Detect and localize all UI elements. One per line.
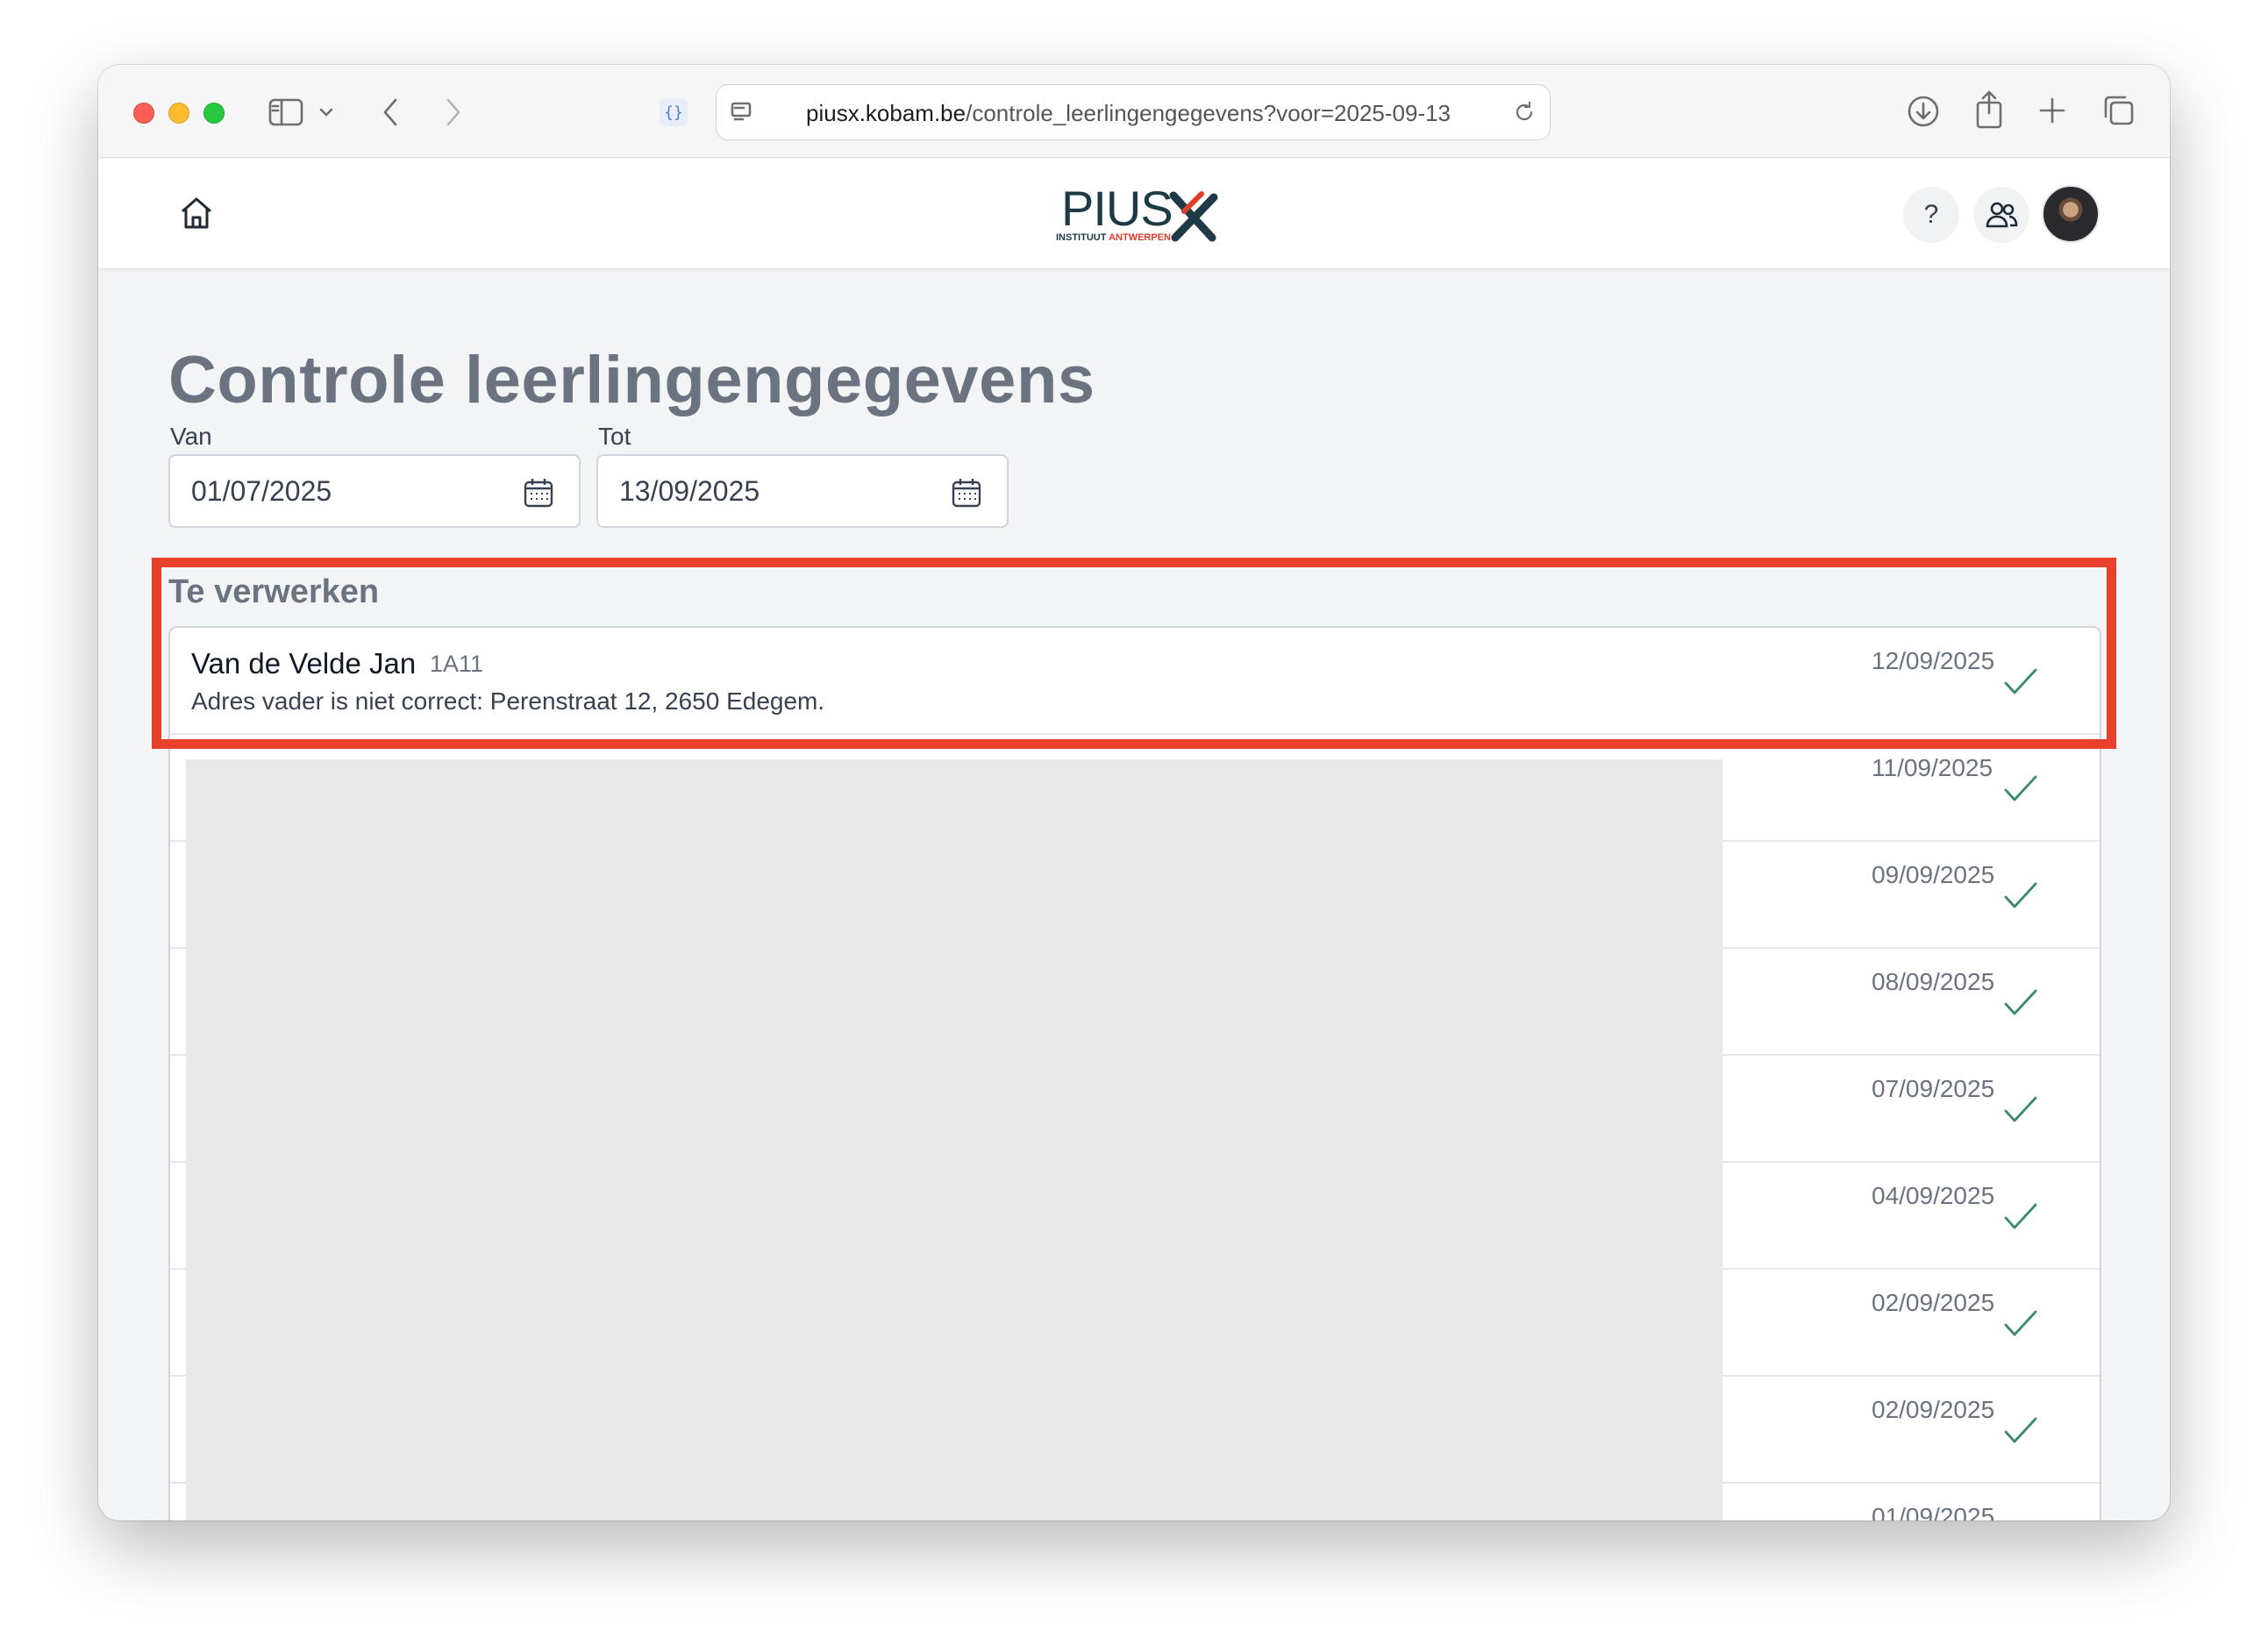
tot-date-input[interactable]: 13/09/2025 — [596, 454, 1009, 528]
record-date: 09/09/2025 — [1872, 861, 1995, 888]
logo-x-mark — [1169, 191, 1218, 242]
sidebar-icon[interactable] — [268, 96, 303, 128]
record-message: Adres vader is niet correct: Perenstraat… — [191, 687, 825, 715]
browser-window: {} piusx.kobam.be/controle_leerlingengeg… — [98, 65, 2170, 1520]
van-date-value: 01/07/2025 — [191, 475, 332, 507]
student-name: Van de Velde Jan — [191, 647, 417, 680]
users-button[interactable] — [1973, 187, 2029, 243]
check-icon[interactable] — [2003, 1308, 2038, 1340]
address-bar[interactable]: piusx.kobam.be/controle_leerlingengegeve… — [716, 84, 1551, 140]
van-date-input[interactable]: 01/07/2025 — [168, 454, 581, 528]
close-window-button[interactable] — [133, 103, 154, 124]
downloads-icon[interactable] — [1905, 93, 1942, 130]
back-icon[interactable] — [377, 95, 403, 130]
check-icon[interactable] — [2003, 773, 2038, 805]
student-class: 1A11 — [430, 651, 484, 677]
home-icon[interactable] — [177, 194, 218, 234]
record-date: 04/09/2025 — [1872, 1182, 1995, 1209]
redacted-area — [186, 759, 1722, 1520]
section-title-te-verwerken: Te verwerken — [168, 573, 380, 610]
check-icon[interactable] — [2003, 880, 2038, 912]
van-label: Van — [170, 423, 212, 450]
zoom-window-button[interactable] — [203, 103, 225, 124]
check-icon[interactable] — [2003, 987, 2038, 1019]
check-icon[interactable] — [2003, 1201, 2038, 1233]
url-domain: piusx.kobam.be — [806, 100, 966, 126]
check-icon[interactable] — [2003, 1415, 2038, 1447]
browser-toolbar: {} piusx.kobam.be/controle_leerlingengeg… — [98, 65, 2170, 158]
record-date: 11/09/2025 — [1872, 754, 1993, 781]
users-icon — [1986, 202, 2018, 228]
share-icon[interactable] — [1972, 89, 2007, 130]
record-date: 08/09/2025 — [1872, 968, 1995, 995]
record-date: 01/09/2025 — [1872, 1503, 1995, 1520]
help-icon: ? — [1923, 200, 1939, 229]
check-icon[interactable] — [2003, 1094, 2038, 1126]
page-settings-icon[interactable] — [729, 99, 755, 125]
page-title: Controle leerlingengegevens — [168, 343, 1095, 417]
help-button[interactable]: ? — [1903, 187, 1959, 243]
forward-icon[interactable] — [440, 95, 467, 130]
check-icon[interactable] — [2003, 666, 2038, 698]
minimize-window-button[interactable] — [168, 103, 189, 124]
calendar-icon[interactable] — [951, 477, 982, 509]
pius-logo[interactable]: PIUS INSTITUUT ANTWERPEN — [1052, 180, 1228, 250]
reload-icon[interactable] — [1511, 99, 1537, 125]
avatar[interactable] — [2042, 185, 2100, 243]
record-date: 12/09/2025 — [1872, 647, 1995, 674]
extension-icon[interactable]: {} — [660, 98, 688, 126]
logo-subtitle: INSTITUUT ANTWERPEN — [1056, 232, 1171, 243]
chevron-down-icon[interactable] — [317, 103, 335, 121]
record-date: 02/09/2025 — [1872, 1396, 1995, 1423]
calendar-icon[interactable] — [523, 477, 554, 509]
app-header: PIUS INSTITUUT ANTWERPEN ? — [98, 159, 2170, 269]
tot-label: Tot — [598, 423, 631, 450]
logo-word: PIUS — [1061, 181, 1173, 236]
record-date: 02/09/2025 — [1872, 1289, 1995, 1316]
record-date: 07/09/2025 — [1872, 1075, 1995, 1102]
url-path: /controle_leerlingengegevens?voor=2025-0… — [966, 100, 1451, 126]
new-tab-icon[interactable] — [2036, 95, 2068, 126]
tab-overview-icon[interactable] — [2101, 93, 2136, 128]
tot-date-value: 13/09/2025 — [619, 475, 760, 507]
list-item[interactable]: Van de Velde Jan 1A11 Adres vader is nie… — [170, 628, 2100, 735]
records-list: Van de Velde Jan 1A11 Adres vader is nie… — [168, 626, 2101, 1520]
url-text[interactable]: piusx.kobam.be/controle_leerlingengegeve… — [806, 85, 1451, 141]
